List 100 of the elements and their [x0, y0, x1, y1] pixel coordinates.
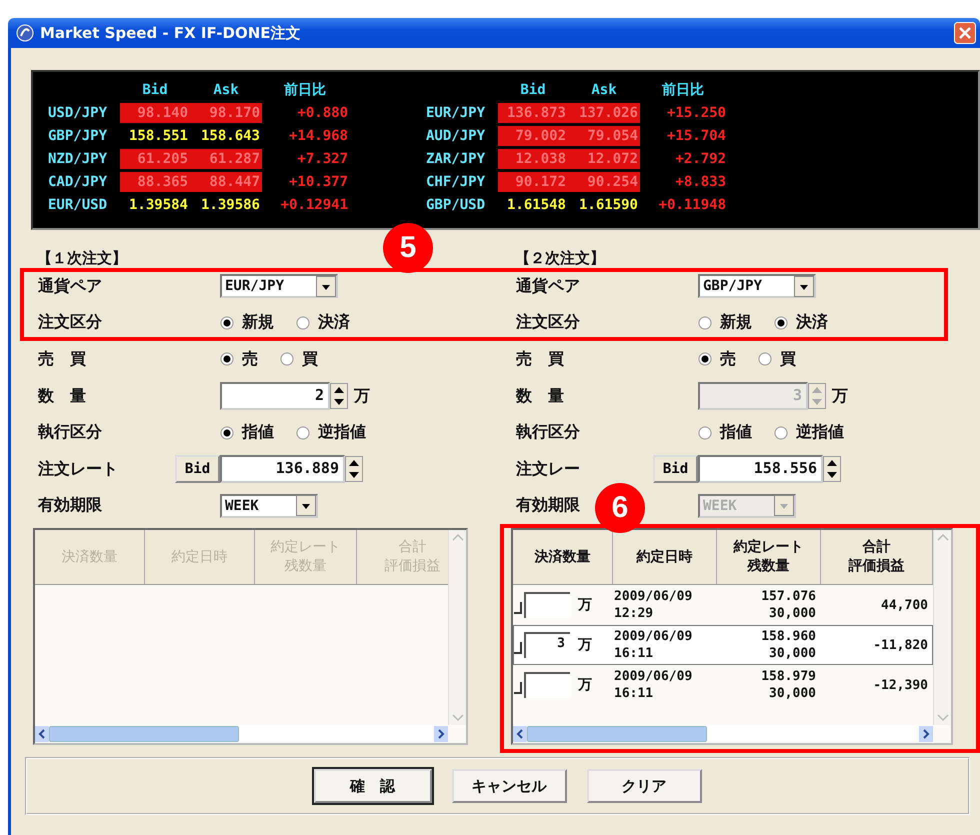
table-row[interactable]: 万 2009/06/09 16:11 158.979 30,000 -12,390 — [513, 665, 933, 706]
price-change: +7.327 — [296, 150, 348, 169]
dialog-button[interactable]: 確 認 — [314, 769, 432, 804]
currency-pair: CHF/JPY — [426, 173, 486, 192]
unit-label: 万 — [578, 636, 592, 654]
table-cell-text: 2009/06/09 — [614, 588, 694, 606]
checkbox[interactable] — [514, 602, 522, 614]
radio-option[interactable]: 売 — [698, 348, 736, 370]
spinner-arrows-icon[interactable] — [345, 456, 363, 482]
bid-price: 61.205 — [120, 149, 190, 169]
amount-field[interactable]: 3 — [524, 632, 570, 658]
bid-price: 90.172 — [498, 172, 568, 192]
price-change: +0.12941 — [280, 196, 348, 215]
radio-icon[interactable] — [698, 426, 712, 440]
price-change: +0.11948 — [658, 196, 726, 215]
radio-icon[interactable] — [220, 426, 234, 440]
quantity-field[interactable]: 2 — [220, 382, 330, 410]
table-cell-text: 16:11 — [614, 685, 654, 702]
scroll-right-icon[interactable] — [919, 726, 933, 742]
table-row[interactable]: 万 2009/06/09 12:29 157.076 30,000 44,700 — [513, 585, 933, 626]
expiry-dropdown[interactable]: WEEK — [220, 494, 318, 518]
bid-price: 136.873 — [498, 103, 568, 123]
column-header: 評価損益 — [848, 557, 904, 576]
bid-price: 88.365 — [120, 172, 190, 192]
bid-price: 98.140 — [120, 103, 190, 123]
radio-option[interactable]: 買 — [758, 348, 796, 370]
radio-icon[interactable] — [220, 316, 234, 330]
field-label: 注文レート — [38, 458, 118, 478]
price-change: +15.250 — [666, 104, 726, 123]
currency-pair: USD/JPY — [48, 104, 108, 123]
field-label: 有効期限 — [38, 495, 102, 514]
column-header: Bid — [519, 81, 547, 100]
section-title: 【２次注文】 — [515, 248, 605, 268]
table-cell-text: 44,700 — [880, 598, 929, 613]
unit-label: 万 — [832, 386, 848, 407]
dialog-button[interactable]: キャンセル — [452, 769, 566, 804]
ask-price: 90.254 — [568, 172, 640, 192]
radio-option[interactable]: 指値 — [220, 422, 274, 444]
table-cell-text: 157.076 — [760, 588, 816, 606]
radio-option[interactable]: 新規 — [220, 312, 274, 334]
table-cell-text: 30,000 — [768, 645, 816, 662]
radio-option[interactable]: 逆指値 — [774, 422, 844, 444]
radio-option[interactable]: 決済 — [296, 312, 350, 334]
checkbox[interactable] — [514, 682, 522, 694]
rate-field[interactable]: 158.556 — [698, 455, 823, 484]
radio-option[interactable]: 逆指値 — [296, 422, 366, 444]
radio-icon[interactable] — [280, 352, 294, 366]
table-cell-text: 30,000 — [768, 605, 816, 622]
price-change: +2.792 — [674, 150, 726, 169]
currency-dropdown[interactable]: GBP/JPY — [698, 274, 816, 298]
radio-icon[interactable] — [774, 426, 788, 440]
column-header: 前日比 — [661, 81, 705, 100]
currency-dropdown[interactable]: EUR/JPY — [220, 274, 338, 298]
close-icon[interactable] — [954, 22, 976, 44]
ask-price: 158.643 — [200, 127, 261, 146]
price-change: +15.704 — [666, 127, 726, 146]
spinner-arrows-icon[interactable] — [330, 383, 348, 410]
checkbox[interactable] — [514, 642, 522, 654]
column-header: 残数量 — [748, 557, 790, 576]
radio-icon[interactable] — [698, 316, 712, 330]
radio-option[interactable]: 売 — [220, 348, 258, 370]
rate-field[interactable]: 136.889 — [220, 455, 345, 484]
radio-icon[interactable] — [220, 352, 234, 366]
amount-field[interactable] — [524, 592, 570, 618]
price-change: +0.880 — [296, 104, 348, 123]
currency-pair: NZD/JPY — [48, 150, 108, 169]
amount-field[interactable] — [524, 672, 570, 698]
field-label: 執行区分 — [516, 422, 580, 442]
horizontal-scrollbar[interactable] — [513, 725, 933, 744]
radio-option[interactable]: 買 — [280, 348, 318, 370]
currency-pair: ZAR/JPY — [426, 150, 486, 169]
radio-option[interactable]: 新規 — [698, 312, 752, 334]
radio-option[interactable]: 決済 — [774, 312, 828, 334]
field-label: 注文区分 — [38, 312, 102, 332]
scrollbar-thumb[interactable] — [527, 726, 707, 742]
column-header: 評価損益 — [384, 557, 440, 576]
ask-price: 98.170 — [190, 103, 262, 123]
column-header: 前日比 — [283, 81, 327, 100]
radio-option[interactable]: 指値 — [698, 422, 752, 444]
radio-icon[interactable] — [296, 426, 310, 440]
currency-pair: EUR/USD — [48, 196, 108, 215]
radio-icon[interactable] — [698, 352, 712, 366]
bid-price: 1.39584 — [128, 196, 189, 215]
table-cell-text: 16:11 — [614, 645, 654, 662]
radio-icon[interactable] — [774, 316, 788, 330]
field-label: 売 買 — [516, 348, 564, 368]
spinner-arrows-icon[interactable] — [823, 456, 841, 482]
radio-icon[interactable] — [296, 316, 310, 330]
ask-price: 61.287 — [190, 149, 262, 169]
table-row[interactable]: 3 万 2009/06/09 16:11 158.960 30,000 -11,820 — [513, 625, 933, 666]
bid-price: 79.002 — [498, 126, 568, 146]
radio-icon[interactable] — [758, 352, 772, 366]
ask-price: 79.054 — [568, 126, 640, 146]
dialog-button[interactable]: クリア — [586, 769, 702, 804]
column-header: Bid — [141, 81, 169, 100]
scroll-left-icon[interactable] — [513, 726, 527, 742]
table-cell-text: 30,000 — [768, 685, 816, 702]
bid-button[interactable]: Bid — [653, 455, 698, 484]
column-header: Ask — [212, 81, 240, 100]
bid-button[interactable]: Bid — [175, 455, 220, 484]
